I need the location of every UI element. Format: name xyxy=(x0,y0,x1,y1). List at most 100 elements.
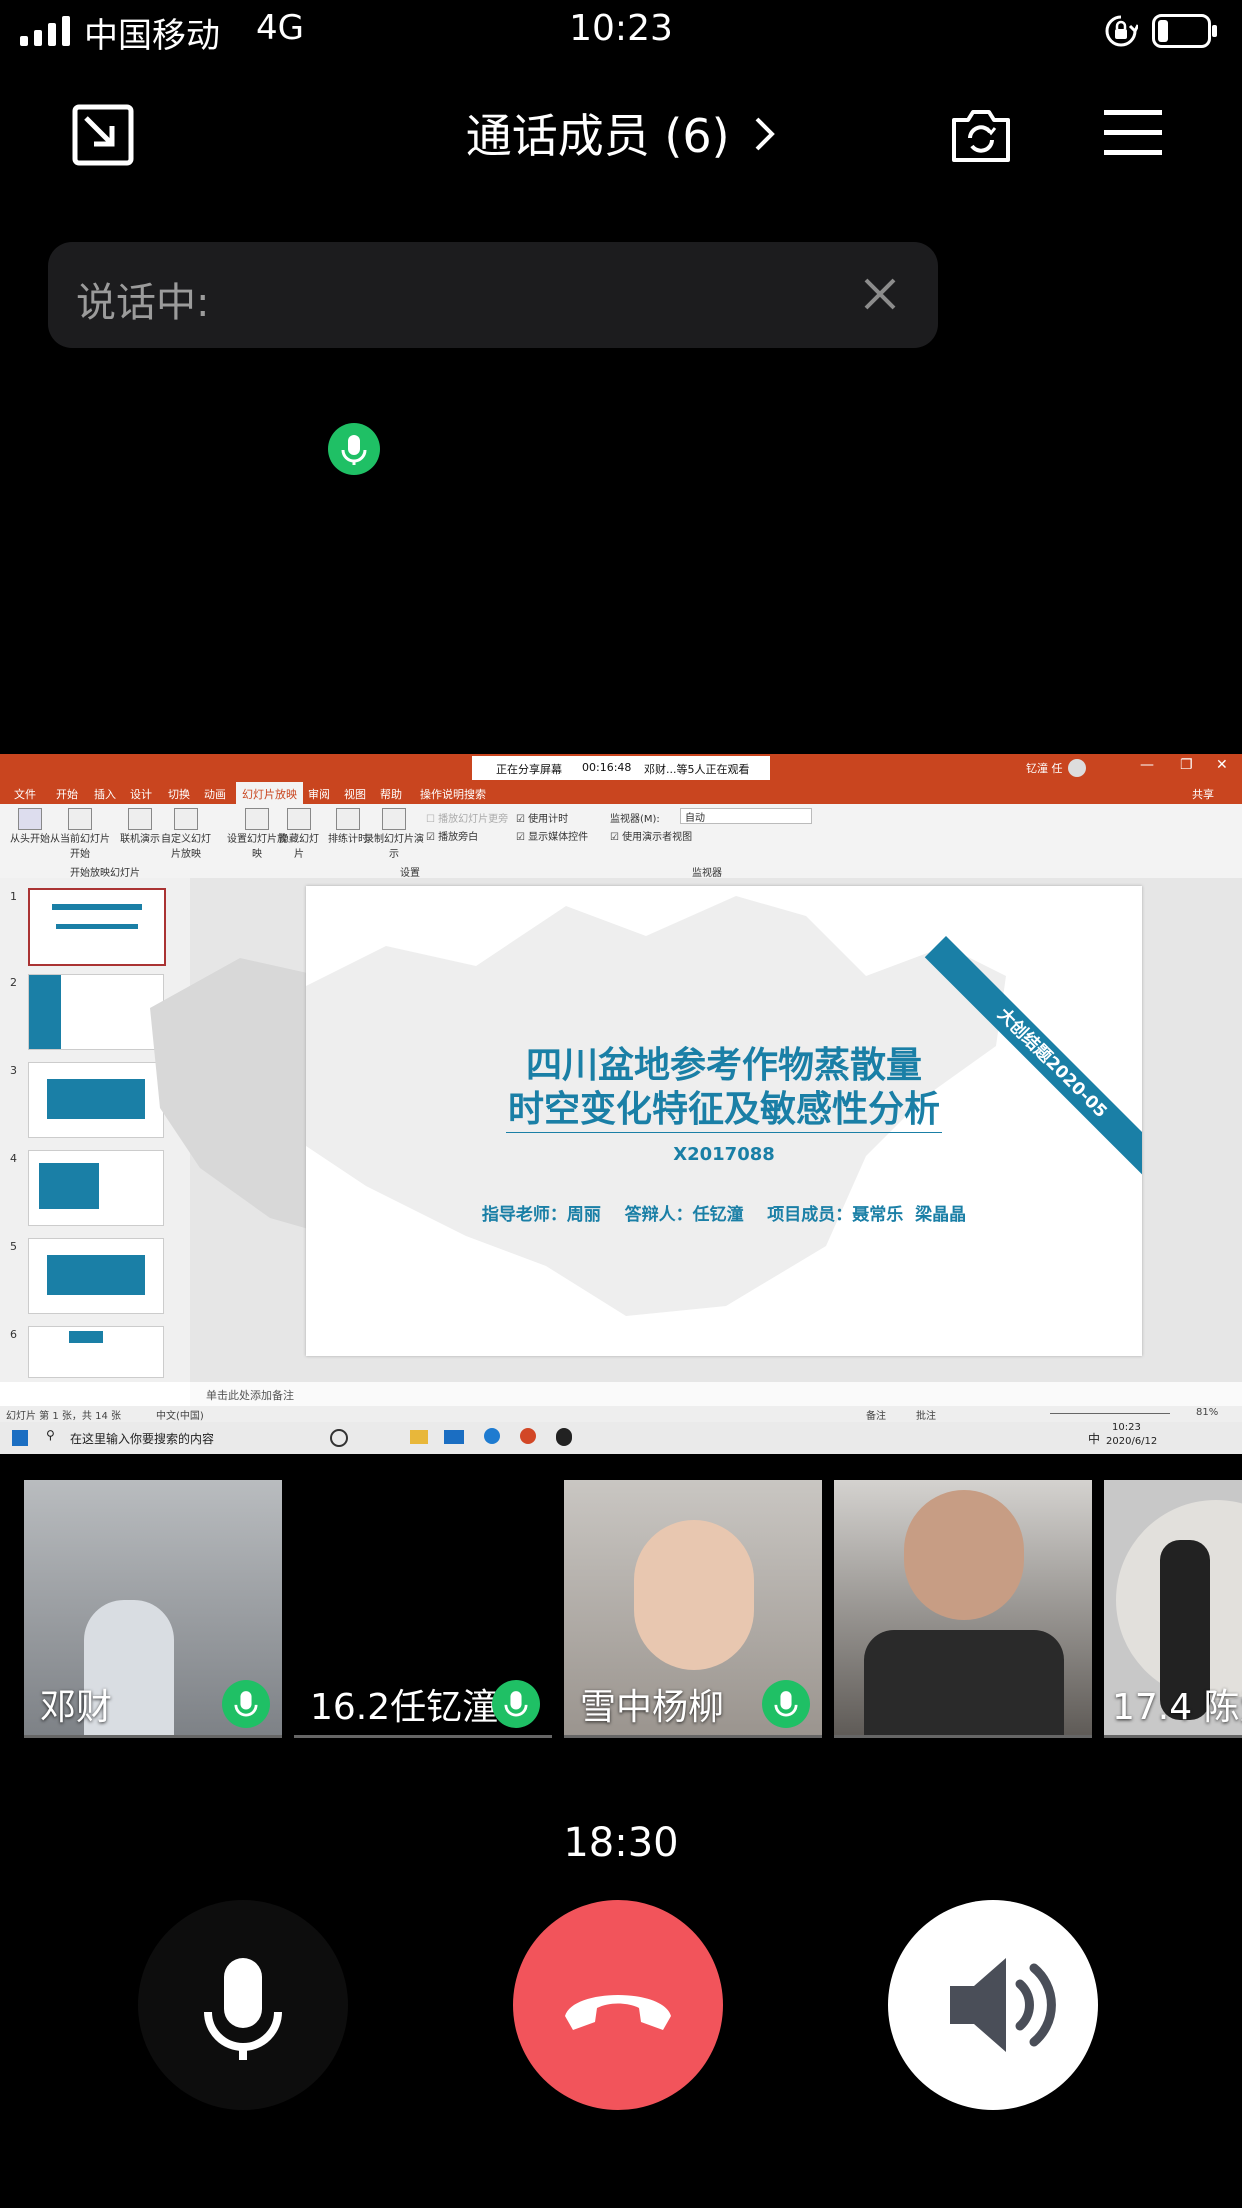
ppt-titlebar: 正在分享屏幕 00:16:48 邓财...等5人正在观看 钇潼 任 — ❐ ✕ xyxy=(0,754,1242,782)
ime-indicator[interactable]: 中 xyxy=(1088,1430,1100,1447)
powerpoint-icon[interactable] xyxy=(520,1428,536,1444)
current-slide[interactable]: 大创结题2020-05 四川盆地参考作物蒸散量 时空变化特征及敏感性分析 X20… xyxy=(306,886,1142,1356)
custom-show-label: 自定义幻灯片放映 xyxy=(161,834,211,860)
thumb-number: 4 xyxy=(10,1152,17,1165)
record-label: 录制幻灯片演示 xyxy=(364,834,424,860)
ppt-status-bar: 幻灯片 第 1 张，共 14 张 中文(中国) 备注 批注 81% xyxy=(0,1406,1242,1422)
hangup-button[interactable] xyxy=(513,1900,723,2110)
participant-name: 16.2任钇潼 xyxy=(310,1687,499,1728)
speaking-label: 说话中: xyxy=(76,280,210,326)
chevron-right-icon xyxy=(754,109,776,163)
notes-bar[interactable]: 单击此处添加备注 xyxy=(190,1382,1242,1406)
tab-file[interactable]: 文件 xyxy=(14,786,36,802)
mail-icon[interactable] xyxy=(444,1430,464,1444)
tab-animations[interactable]: 动画 xyxy=(204,786,226,802)
participant-tile[interactable]: 16.2任钇潼 xyxy=(294,1480,552,1738)
edge-icon[interactable] xyxy=(484,1428,500,1444)
participant-tile[interactable]: 雪中杨柳 xyxy=(564,1480,822,1738)
cortana-icon[interactable] xyxy=(330,1429,348,1447)
tab-design[interactable]: 设计 xyxy=(130,786,152,802)
tab-slideshow[interactable]: 幻灯片放映 xyxy=(236,782,303,806)
participant-video xyxy=(634,1520,754,1670)
window-close-icon[interactable]: ✕ xyxy=(1216,757,1228,773)
notes-placeholder: 单击此处添加备注 xyxy=(206,1389,294,1402)
slide-editor: 大创结题2020-05 四川盆地参考作物蒸散量 时空变化特征及敏感性分析 X20… xyxy=(150,878,1242,1382)
show-media-controls-check[interactable]: ☑ 显示媒体控件 xyxy=(516,828,588,843)
share-button[interactable]: 共享 xyxy=(1192,786,1214,802)
mic-icon xyxy=(204,1958,282,2060)
slide-counter: 幻灯片 第 1 张，共 14 张 xyxy=(6,1411,121,1422)
thumb-number: 1 xyxy=(10,890,17,903)
ribbon: 从头开始 从当前幻灯片开始 联机演示 自定义幻灯片放映 设置幻灯片放映 隐藏幻灯… xyxy=(0,804,1242,879)
tab-insert[interactable]: 插入 xyxy=(94,786,116,802)
monitor-select[interactable]: 自动 xyxy=(680,808,812,824)
mic-icon xyxy=(222,1680,270,1728)
speaker-icon xyxy=(950,1958,1056,2052)
zoom-slider[interactable] xyxy=(1050,1413,1170,1414)
folder-icon[interactable] xyxy=(410,1430,428,1444)
mic-icon xyxy=(341,435,367,465)
close-icon[interactable] xyxy=(858,272,902,316)
from-current-button[interactable]: 从当前幻灯片开始 xyxy=(48,808,112,860)
group-monitors: 监视器 xyxy=(692,868,722,879)
taskbar-search[interactable]: 在这里输入你要搜索的内容 xyxy=(70,1430,214,1447)
from-beginning-label: 从头开始 xyxy=(10,834,50,845)
speaking-indicator-bar: 说话中: xyxy=(48,242,938,348)
mic-icon xyxy=(762,1680,810,1728)
speaking-mic-indicator xyxy=(328,423,380,475)
record-button[interactable]: 录制幻灯片演示 xyxy=(362,808,426,860)
maximize-icon[interactable]: ❐ xyxy=(1180,757,1193,773)
from-current-label: 从当前幻灯片开始 xyxy=(50,834,110,860)
play-narration-check[interactable]: ☑ 播放旁白 xyxy=(426,828,478,843)
participant-name: 17.4 陈爱 xyxy=(1112,1687,1242,1728)
use-timings-check[interactable]: ☑ 使用计时 xyxy=(516,810,568,825)
present-online-label: 联机演示 xyxy=(120,834,160,845)
menu-icon[interactable] xyxy=(1104,108,1162,158)
qq-icon[interactable] xyxy=(556,1428,572,1446)
zoom-level: 81% xyxy=(1196,1407,1219,1418)
start-icon[interactable] xyxy=(12,1430,28,1446)
windows-taskbar: ⚲ 在这里输入你要搜索的内容 中 10:23 2020/6/12 xyxy=(0,1422,1242,1454)
presenter-view-check[interactable]: ☑ 使用演示者视图 xyxy=(610,828,692,843)
title-divider xyxy=(506,1132,942,1133)
custom-show-button[interactable]: 自定义幻灯片放映 xyxy=(158,808,214,860)
notes-toggle[interactable]: 备注 xyxy=(866,1407,886,1422)
taskbar-date: 2020/6/12 xyxy=(1106,1436,1158,1447)
participant-tile[interactable]: 17.4 陈爱 xyxy=(1104,1480,1242,1738)
hide-slide-button[interactable]: 隐藏幻灯片 xyxy=(276,808,322,860)
call-duration: 18:30 xyxy=(563,1820,679,1866)
shared-screen[interactable]: 正在分享屏幕 00:16:48 邓财...等5人正在观看 钇潼 任 — ❐ ✕ … xyxy=(0,754,1242,1454)
tell-me-search[interactable]: 操作说明搜索 xyxy=(420,786,486,802)
participant-tile[interactable]: 邓财 xyxy=(24,1480,282,1738)
status-language: 中文(中国) xyxy=(156,1411,204,1422)
thumb-number: 3 xyxy=(10,1064,17,1077)
mute-button[interactable] xyxy=(138,1900,348,2110)
participant-name: 雪中杨柳 xyxy=(580,1687,725,1728)
comments-toggle[interactable]: 批注 xyxy=(916,1407,936,1422)
participant-tile[interactable] xyxy=(834,1480,1092,1738)
ribbon-tabs: 文件 开始 插入 设计 切换 动画 幻灯片放映 审阅 视图 帮助 操作说明搜索 … xyxy=(0,782,1242,806)
speaker-button[interactable] xyxy=(888,1900,1098,2110)
minimize-icon[interactable]: — xyxy=(1140,757,1154,773)
user-avatar xyxy=(1068,759,1086,777)
thumb-number: 6 xyxy=(10,1328,17,1341)
share-duration: 00:16:48 xyxy=(582,761,632,774)
slide-credits: 指导老师：周丽 答辩人：任钇潼 项目成员：聂常乐 梁晶晶 xyxy=(481,1205,967,1225)
call-members-label: 通话成员 (6) xyxy=(465,109,730,163)
play-narrations-check[interactable]: ☐ 播放幻灯片更旁 xyxy=(426,810,508,825)
screen-share-banner: 正在分享屏幕 00:16:48 邓财...等5人正在观看 xyxy=(472,756,770,780)
tab-home[interactable]: 开始 xyxy=(56,786,78,802)
share-viewers: 邓财...等5人正在观看 xyxy=(644,763,750,776)
tab-review[interactable]: 审阅 xyxy=(308,786,330,802)
thumb-number: 5 xyxy=(10,1240,17,1253)
camera-switch-icon[interactable] xyxy=(950,104,1012,166)
status-bar: 中国移动 4G 10:23 xyxy=(0,0,1242,64)
group-start-show: 开始放映幻灯片 xyxy=(70,868,140,879)
thumb-number: 2 xyxy=(10,976,17,989)
participant-video xyxy=(904,1490,1024,1620)
tab-transitions[interactable]: 切换 xyxy=(168,786,190,802)
tab-view[interactable]: 视图 xyxy=(344,786,366,802)
call-members-button[interactable]: 通话成员 (6) xyxy=(0,100,1242,166)
tab-help[interactable]: 帮助 xyxy=(380,786,402,802)
hangup-icon xyxy=(565,1995,671,2030)
